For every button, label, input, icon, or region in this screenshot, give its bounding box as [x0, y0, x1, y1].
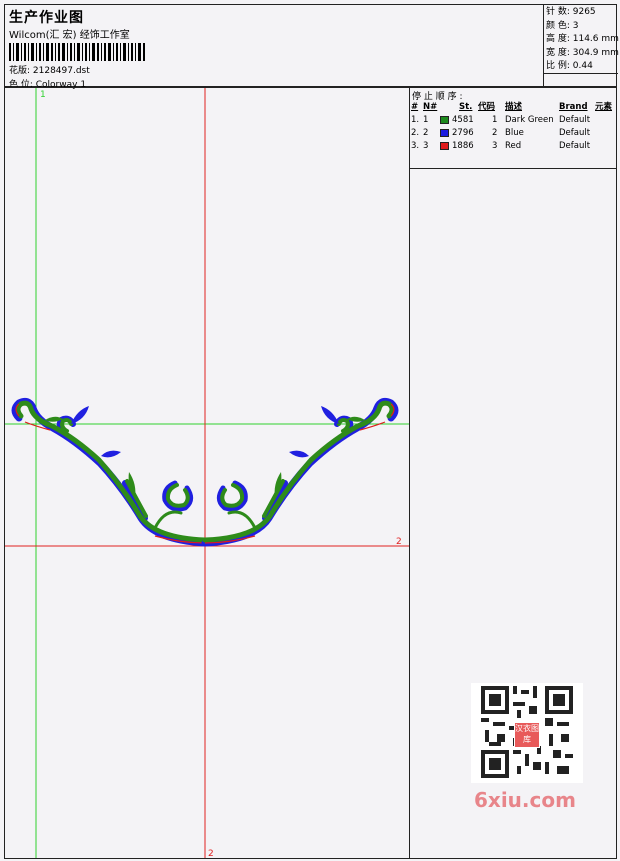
guide-label-red-v: 2 [208, 849, 214, 858]
row-needle: 2 [423, 128, 429, 138]
color-swatch-red [440, 142, 449, 150]
design-width: 宽 度: 304.9 mm [546, 47, 619, 58]
barcode [9, 43, 145, 61]
embroidery-preview: 1 2 2 [5, 88, 409, 858]
page-title: 生产作业图 [9, 10, 84, 26]
header-panel: 生产作业图 Wilcom(汇 宏) 经饰工作室 花版: 2128497.dst … [4, 4, 619, 90]
design-left-half [11, 397, 209, 547]
row-code: 2 [492, 128, 498, 138]
row-stitches: 2796 [452, 128, 474, 138]
watermark-seal: 汉衣图库 [514, 722, 540, 748]
table-divider [410, 168, 616, 169]
row-brand: Default [559, 115, 591, 125]
row-description: Red [505, 141, 522, 151]
row-needle: 1 [423, 115, 429, 125]
row-index: 1. [411, 115, 420, 125]
row-needle: 3 [423, 141, 429, 151]
watermark-site: 6xiu.com [474, 788, 576, 812]
row-description: Dark Green [505, 115, 554, 125]
row-description: Blue [505, 128, 524, 138]
row-stitches: 4581 [452, 115, 474, 125]
col-code: 代码 [478, 102, 496, 112]
row-index: 3. [411, 141, 420, 151]
stop-sequence-table: # N# St. 代码 描述 Brand 元素 1. 1 4581 1 Dark… [410, 101, 616, 169]
stats-blank-cell [544, 73, 618, 88]
design-height: 高 度: 114.6 mm [546, 34, 619, 44]
row-index: 2. [411, 128, 420, 138]
table-row[interactable]: 1. 1 4581 1 Dark Green Default [410, 114, 616, 127]
color-swatch-dark-green [440, 116, 449, 124]
design-scale: 比 例: 0.44 [546, 61, 593, 71]
table-header: # N# St. 代码 描述 Brand 元素 [410, 101, 616, 114]
row-code: 3 [492, 141, 498, 151]
table-row[interactable]: 2. 2 2796 2 Blue Default [410, 127, 616, 140]
stitch-count: 针 数: 9265 [546, 7, 596, 17]
company-name: Wilcom(汇 宏) 经饰工作室 [9, 30, 130, 41]
col-n: N# [423, 102, 438, 112]
qr-code: 汉衣图库 [471, 683, 583, 783]
design-file: 花版: 2128497.dst [9, 66, 90, 76]
col-element: 元素 [595, 102, 613, 112]
col-desc: 描述 [505, 102, 523, 112]
guide-label-green: 1 [40, 90, 46, 100]
col-brand: Brand [559, 102, 588, 112]
col-st: St. [459, 102, 473, 112]
stats-panel: 针 数: 9265 颜 色: 3 高 度: 114.6 mm 宽 度: 304.… [543, 5, 619, 88]
design-right-half [205, 401, 395, 543]
leaf-shape [71, 406, 89, 424]
design-canvas[interactable]: 1 2 2 [4, 87, 410, 859]
row-code: 1 [492, 115, 498, 125]
color-swatch-blue [440, 129, 449, 137]
guide-label-red-h: 2 [396, 537, 402, 547]
row-brand: Default [559, 141, 591, 151]
row-brand: Default [559, 128, 591, 138]
row-stitches: 1886 [452, 141, 474, 151]
table-row[interactable]: 3. 3 1886 3 Red Default [410, 140, 616, 153]
color-count: 颜 色: 3 [546, 20, 579, 31]
col-hash: # [411, 102, 419, 112]
